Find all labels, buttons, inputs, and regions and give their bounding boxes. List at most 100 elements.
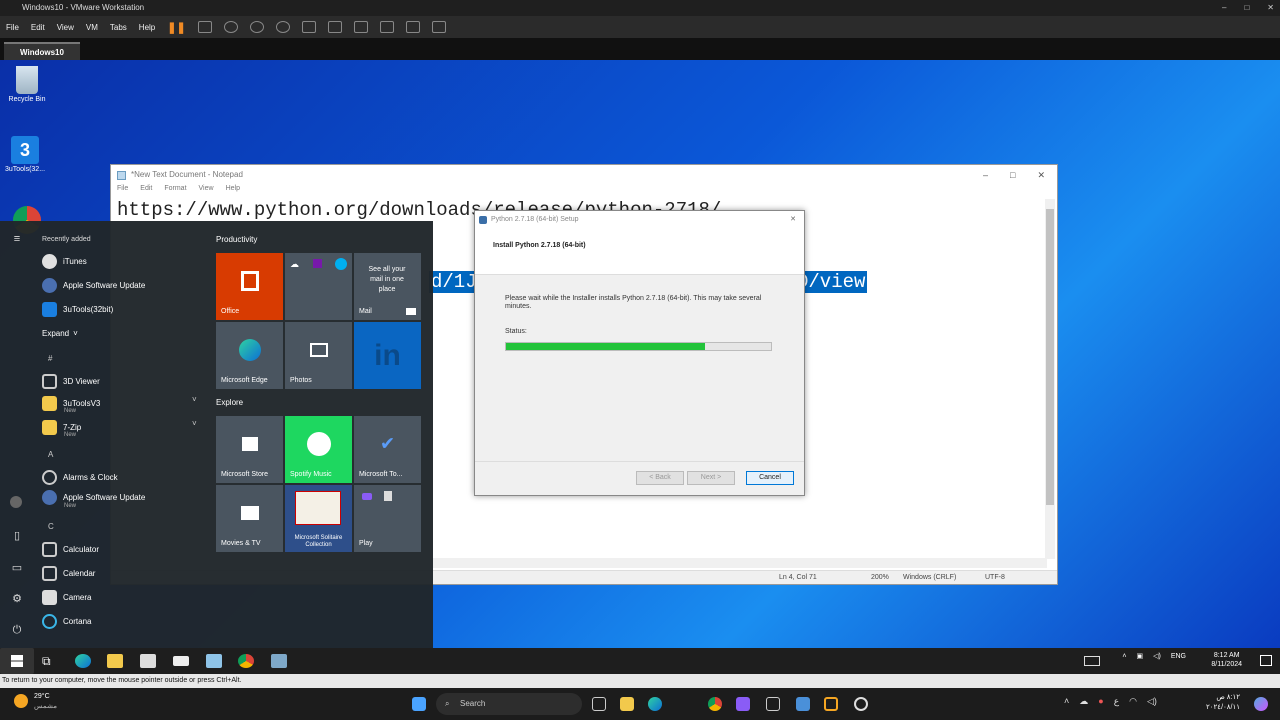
keyboard-icon[interactable] bbox=[1084, 656, 1100, 666]
tile-office[interactable]: Office bbox=[216, 253, 283, 320]
app-apple-software-update[interactable]: Apple Software Update bbox=[42, 275, 145, 295]
notepad-maximize-icon[interactable]: □ bbox=[1010, 165, 1015, 185]
app-calculator[interactable]: Calculator bbox=[42, 539, 99, 559]
guest-clock[interactable]: 8:12 AM 8/11/2024 bbox=[1211, 651, 1242, 669]
app-alarms-clock[interactable]: Alarms & Clock bbox=[42, 467, 118, 487]
menu-view[interactable]: View bbox=[57, 23, 74, 32]
snapshot-icon[interactable] bbox=[223, 21, 238, 33]
stretch-icon[interactable] bbox=[431, 21, 446, 33]
search-box[interactable]: ⌕ Search bbox=[436, 693, 582, 715]
app-camera[interactable]: Camera bbox=[42, 587, 91, 607]
np-menu-view[interactable]: View bbox=[199, 185, 214, 197]
mail-icon[interactable] bbox=[173, 656, 189, 666]
volume-icon[interactable]: ◁) bbox=[1147, 696, 1157, 707]
menu-help[interactable]: Help bbox=[139, 23, 155, 32]
tile-play[interactable]: Play bbox=[354, 485, 421, 552]
app-itunes[interactable]: iTunes bbox=[42, 251, 87, 271]
app-3utools[interactable]: 3uTools(32bit) bbox=[42, 299, 113, 319]
thumbnail-view-icon[interactable] bbox=[327, 21, 342, 33]
user-avatar-icon[interactable] bbox=[10, 496, 22, 508]
chevron-up-icon[interactable]: ˄ bbox=[1122, 653, 1126, 660]
app-3d-viewer[interactable]: 3D Viewer bbox=[42, 371, 100, 391]
chevron-down-icon[interactable]: ˅ bbox=[192, 395, 197, 404]
chrome-icon[interactable] bbox=[238, 654, 254, 668]
python-setup-taskbar-icon[interactable] bbox=[271, 654, 287, 668]
file-explorer-icon[interactable] bbox=[620, 697, 634, 711]
notepad-icon[interactable] bbox=[796, 697, 810, 711]
wifi-icon[interactable]: ◠ bbox=[1129, 696, 1137, 707]
tile-microsoft-edge[interactable]: Microsoft Edge bbox=[216, 322, 283, 389]
np-menu-help[interactable]: Help bbox=[226, 185, 240, 197]
minimize-icon[interactable]: – bbox=[1222, 0, 1226, 16]
notepad-selection-left[interactable]: d/1J bbox=[429, 271, 479, 293]
scrollbar-thumb[interactable] bbox=[1046, 209, 1054, 505]
notepad-minimize-icon[interactable]: – bbox=[983, 165, 988, 185]
host-clock[interactable]: ٨:١٢ ص ٢٠٢٤/٠٨/١١ bbox=[1206, 693, 1240, 713]
app-calendar[interactable]: Calendar bbox=[42, 563, 95, 583]
tile-photos[interactable]: Photos bbox=[285, 322, 352, 389]
vpn-icon[interactable] bbox=[736, 697, 750, 711]
send-ctrl-alt-del-icon[interactable] bbox=[197, 21, 212, 33]
snip-tool-icon[interactable] bbox=[854, 697, 868, 711]
start-button[interactable] bbox=[0, 648, 34, 674]
tile-linkedin[interactable]: in bbox=[354, 322, 421, 389]
unity-icon[interactable] bbox=[379, 21, 394, 33]
edge-icon[interactable] bbox=[648, 697, 662, 711]
tile-movies-tv[interactable]: Movies & TV bbox=[216, 485, 283, 552]
console-icon[interactable] bbox=[405, 21, 420, 33]
maximize-icon[interactable]: □ bbox=[1244, 0, 1249, 16]
weather-widget[interactable]: 29°C مشمس bbox=[14, 692, 57, 712]
host-language[interactable]: ع bbox=[1114, 696, 1119, 707]
windows-start-icon[interactable] bbox=[412, 697, 426, 711]
network-icon[interactable]: ▣ bbox=[1136, 652, 1143, 660]
menu-tabs[interactable]: Tabs bbox=[110, 23, 127, 32]
app-apple-software-update-2[interactable]: Apple Software Update bbox=[42, 487, 145, 507]
language-indicator[interactable]: ENG bbox=[1171, 653, 1186, 660]
app-cortana[interactable]: Cortana bbox=[42, 611, 91, 631]
chevron-up-icon[interactable]: ˄ bbox=[1064, 696, 1069, 707]
tile-mail-apps[interactable]: ☁ bbox=[285, 253, 352, 320]
pause-icon[interactable]: ❚❚ bbox=[167, 21, 185, 34]
notifications-icon[interactable] bbox=[1260, 655, 1272, 666]
menu-vm[interactable]: VM bbox=[86, 23, 98, 32]
copilot-icon[interactable] bbox=[1254, 697, 1268, 711]
menu-edit[interactable]: Edit bbox=[31, 23, 45, 32]
letter-header-hash[interactable]: # bbox=[48, 354, 52, 363]
pictures-icon[interactable]: ▭ bbox=[10, 561, 24, 575]
store-icon[interactable] bbox=[140, 654, 156, 668]
settings-icon[interactable]: ⚙ bbox=[10, 592, 24, 606]
cancel-button[interactable]: Cancel bbox=[746, 471, 794, 485]
snapshot-manager-icon[interactable] bbox=[275, 21, 290, 33]
task-view-icon[interactable] bbox=[592, 697, 606, 711]
tile-microsoft-todo[interactable]: ✔ Microsoft To... bbox=[354, 416, 421, 483]
desktop-icon-3utools[interactable]: 3 3uTools(32... bbox=[0, 136, 50, 173]
hamburger-menu-icon[interactable]: ≡ bbox=[10, 233, 24, 247]
next-button[interactable]: Next > bbox=[687, 471, 735, 485]
np-menu-file[interactable]: File bbox=[117, 185, 128, 197]
task-view-icon[interactable]: ⧉ bbox=[42, 654, 58, 668]
library-view-icon[interactable] bbox=[301, 21, 316, 33]
power-icon[interactable]: ⏻ bbox=[10, 624, 24, 638]
tile-solitaire[interactable]: Microsoft Solitaire Collection bbox=[285, 485, 352, 552]
notepad-icon[interactable] bbox=[206, 654, 222, 668]
close-icon[interactable]: ✕ bbox=[1267, 0, 1274, 16]
microphone-icon[interactable]: ● bbox=[1098, 696, 1103, 707]
np-menu-edit[interactable]: Edit bbox=[140, 185, 152, 197]
notepad-vertical-scrollbar[interactable] bbox=[1045, 199, 1055, 559]
terminal-icon[interactable] bbox=[766, 697, 780, 711]
menu-file[interactable]: File bbox=[6, 23, 19, 32]
tile-spotify[interactable]: Spotify Music bbox=[285, 416, 352, 483]
notepad-selection-right[interactable]: D/view bbox=[795, 271, 868, 293]
np-menu-format[interactable]: Format bbox=[164, 185, 186, 197]
letter-header-c[interactable]: C bbox=[48, 522, 54, 531]
tile-microsoft-store[interactable]: Microsoft Store bbox=[216, 416, 283, 483]
setup-close-icon[interactable]: ✕ bbox=[790, 211, 796, 229]
notepad-close-icon[interactable]: ✕ bbox=[1037, 165, 1045, 185]
fullscreen-icon[interactable] bbox=[353, 21, 368, 33]
tile-mail[interactable]: See all your mail in one place Mail bbox=[354, 253, 421, 320]
expand-button[interactable]: Expand ˅ bbox=[42, 323, 78, 343]
tab-windows10[interactable]: Windows10 bbox=[4, 42, 80, 60]
edge-icon[interactable] bbox=[75, 654, 91, 668]
letter-header-a[interactable]: A bbox=[48, 450, 53, 459]
vmware-icon[interactable] bbox=[824, 697, 838, 711]
